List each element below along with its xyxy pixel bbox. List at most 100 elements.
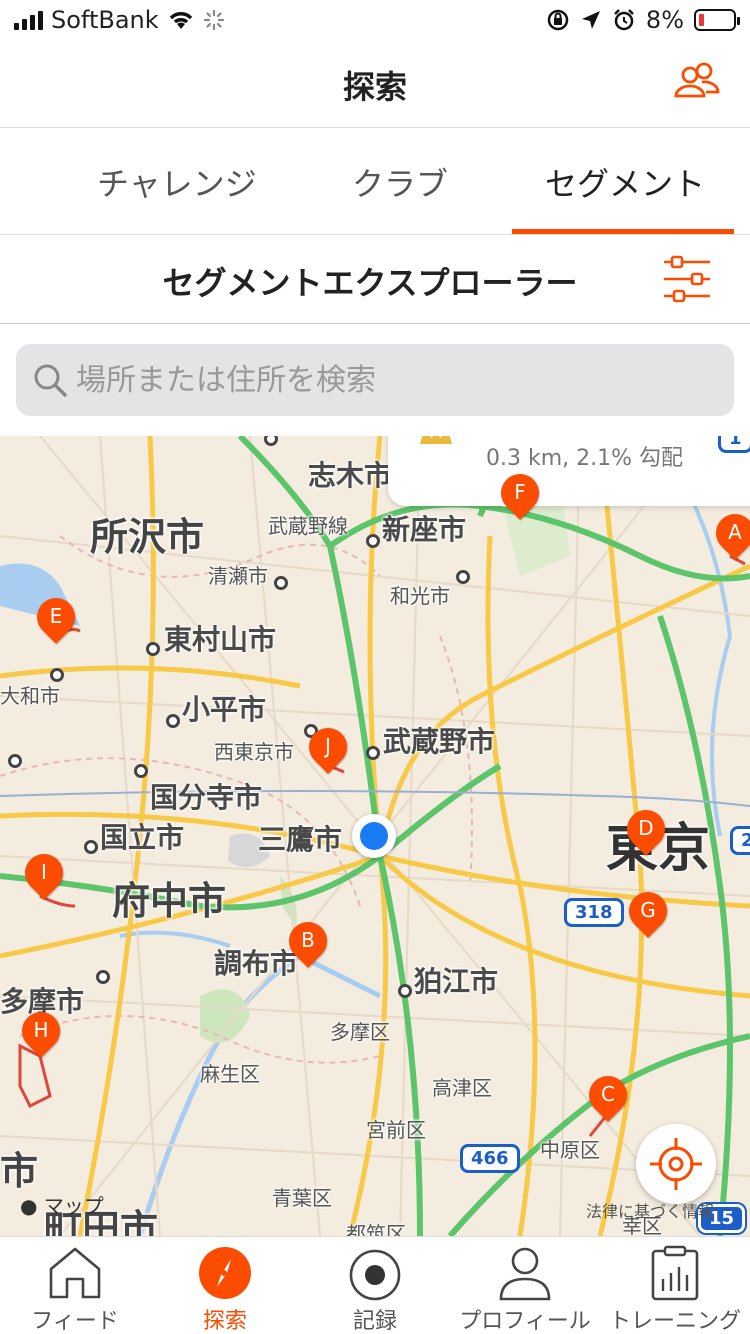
bottom-tab-bar: フィード 探索 記録 プロフィール トレーニング xyxy=(0,1236,750,1334)
place-tama-ku: 多摩区 xyxy=(330,1020,390,1044)
tab-clubs[interactable]: クラブ xyxy=(352,159,448,205)
locate-icon xyxy=(650,1138,702,1190)
explore-compass-icon xyxy=(199,1247,251,1299)
place-kodaira: 小平市 xyxy=(182,693,267,726)
apple-logo-icon: ● xyxy=(20,1194,38,1218)
segment-pin-e[interactable]: E xyxy=(29,590,83,646)
station-dot xyxy=(366,534,380,548)
people-icon[interactable] xyxy=(672,62,720,102)
station-dot xyxy=(50,668,64,682)
station-dot xyxy=(134,764,148,778)
place-mitaka: 三鷹市 xyxy=(258,823,343,856)
place-komae: 狛江市 xyxy=(414,965,499,998)
tabbar-training[interactable]: トレーニング xyxy=(600,1237,750,1334)
segment-tabs: チャレンジ クラブ セグメント xyxy=(0,129,750,235)
station-dot xyxy=(146,642,160,656)
segment-distance-grade: 0.3 km, 2.1% 勾配 xyxy=(486,446,684,471)
search-bar xyxy=(16,344,734,416)
place-takatsu: 高津区 xyxy=(432,1076,492,1100)
segment-pin-f[interactable]: F xyxy=(493,466,547,522)
carrier-label: SoftBank xyxy=(51,6,159,34)
place-nishitokyo: 西東京市 xyxy=(214,740,294,764)
battery-percent: 8% xyxy=(645,6,684,34)
place-kiyose: 清瀬市 xyxy=(208,564,268,588)
station-dot xyxy=(166,714,180,728)
explorer-header: セグメントエクスプローラー xyxy=(0,236,750,324)
segment-info-card[interactable]: 0.3 km, 2.1% 勾配 1 xyxy=(388,436,750,506)
lock-rotation-icon xyxy=(547,9,569,31)
status-bar: SoftBank 8% xyxy=(0,0,750,40)
segment-pin-b[interactable]: B xyxy=(281,914,335,970)
app-root: SoftBank 8% 探索 チャレンジ クラブ セグメント セグメントエクスプ… xyxy=(0,0,750,1334)
segment-pin-j[interactable]: J xyxy=(301,720,355,776)
station-dot xyxy=(84,840,98,854)
active-tab-indicator xyxy=(512,229,734,234)
record-icon xyxy=(349,1249,401,1301)
place-nakahara: 中原区 xyxy=(540,1138,600,1162)
tabbar-profile[interactable]: プロフィール xyxy=(450,1237,600,1334)
home-icon xyxy=(49,1247,101,1299)
segment-map[interactable]: 志木市 所沢市 新座市 武蔵野線 清瀬市 和光市 東村山市 大和市 小平市 西東… xyxy=(0,436,750,1236)
station-dot xyxy=(456,570,470,584)
place-kokubunji: 国分寺市 xyxy=(150,781,263,814)
segment-pin-a[interactable]: A xyxy=(708,506,750,562)
search-input[interactable] xyxy=(76,344,716,416)
tabbar-explore[interactable]: 探索 xyxy=(150,1237,300,1334)
segment-pin-h[interactable]: H xyxy=(14,1004,68,1060)
place-musashino-line: 武蔵野線 xyxy=(268,514,348,538)
place-fuchu: 府中市 xyxy=(112,879,227,923)
route-badge-318: 318 xyxy=(564,898,624,927)
profile-icon xyxy=(499,1247,551,1301)
place-city-fragment: 市 xyxy=(0,1149,39,1193)
maps-attribution[interactable]: ● マップ xyxy=(20,1190,104,1219)
tabbar-feed-label: フィード xyxy=(31,1309,119,1334)
segment-pin-g[interactable]: G xyxy=(621,884,675,940)
crown-icon xyxy=(420,436,452,444)
maps-attribution-label: マップ xyxy=(43,1194,104,1218)
tabbar-profile-label: プロフィール xyxy=(459,1309,591,1334)
nav-header: 探索 xyxy=(0,40,750,128)
filter-sliders-icon[interactable] xyxy=(662,254,712,304)
segment-pin-d[interactable]: D xyxy=(619,802,673,858)
place-yamato: 大和市 xyxy=(0,684,60,708)
place-tsuzuki: 都筑区 xyxy=(346,1222,406,1236)
search-icon xyxy=(34,364,67,397)
explorer-title: セグメントエクスプローラー xyxy=(162,264,578,302)
place-shiki: 志木市 xyxy=(308,459,393,492)
current-location-dot xyxy=(352,814,396,858)
place-chofu: 調布市 xyxy=(214,947,299,980)
legal-link[interactable]: 法律に基づく情報 xyxy=(586,1198,714,1222)
place-niiza: 新座市 xyxy=(382,513,467,546)
tabbar-training-label: トレーニング xyxy=(608,1309,741,1334)
tab-segments[interactable]: セグメント xyxy=(545,159,705,205)
segment-pin-i[interactable]: I xyxy=(17,846,71,902)
tabbar-record-label: 記録 xyxy=(352,1309,397,1334)
page-title: 探索 xyxy=(342,68,407,106)
locate-button[interactable] xyxy=(636,1124,716,1204)
tabbar-feed[interactable]: フィード xyxy=(0,1237,150,1334)
alarm-icon xyxy=(614,9,634,31)
route-badge-2: 2 xyxy=(730,826,750,855)
place-wako: 和光市 xyxy=(390,584,450,608)
place-higashimurayama: 東村山市 xyxy=(164,623,277,656)
station-dot xyxy=(96,970,110,984)
place-aoba: 青葉区 xyxy=(272,1186,332,1210)
tab-challenges[interactable]: チャレンジ xyxy=(97,159,257,205)
place-kunitachi: 国立市 xyxy=(100,821,185,854)
tabbar-explore-label: 探索 xyxy=(202,1309,247,1334)
place-tokorozawa: 所沢市 xyxy=(90,515,205,559)
station-dot xyxy=(398,984,412,998)
battery-icon xyxy=(694,9,740,31)
route-badge-1: 1 xyxy=(718,436,750,453)
route-badge-466: 466 xyxy=(460,1144,520,1173)
wifi-icon xyxy=(169,12,192,29)
signal-icon xyxy=(14,10,43,30)
training-chart-icon xyxy=(651,1245,699,1301)
tabbar-record[interactable]: 記録 xyxy=(300,1237,450,1334)
station-dot xyxy=(366,746,380,760)
place-miyamae: 宮前区 xyxy=(366,1118,426,1142)
place-asao: 麻生区 xyxy=(200,1062,260,1086)
segment-pin-c[interactable]: C xyxy=(581,1068,635,1124)
station-dot xyxy=(274,576,288,590)
location-arrow-icon xyxy=(581,11,600,29)
